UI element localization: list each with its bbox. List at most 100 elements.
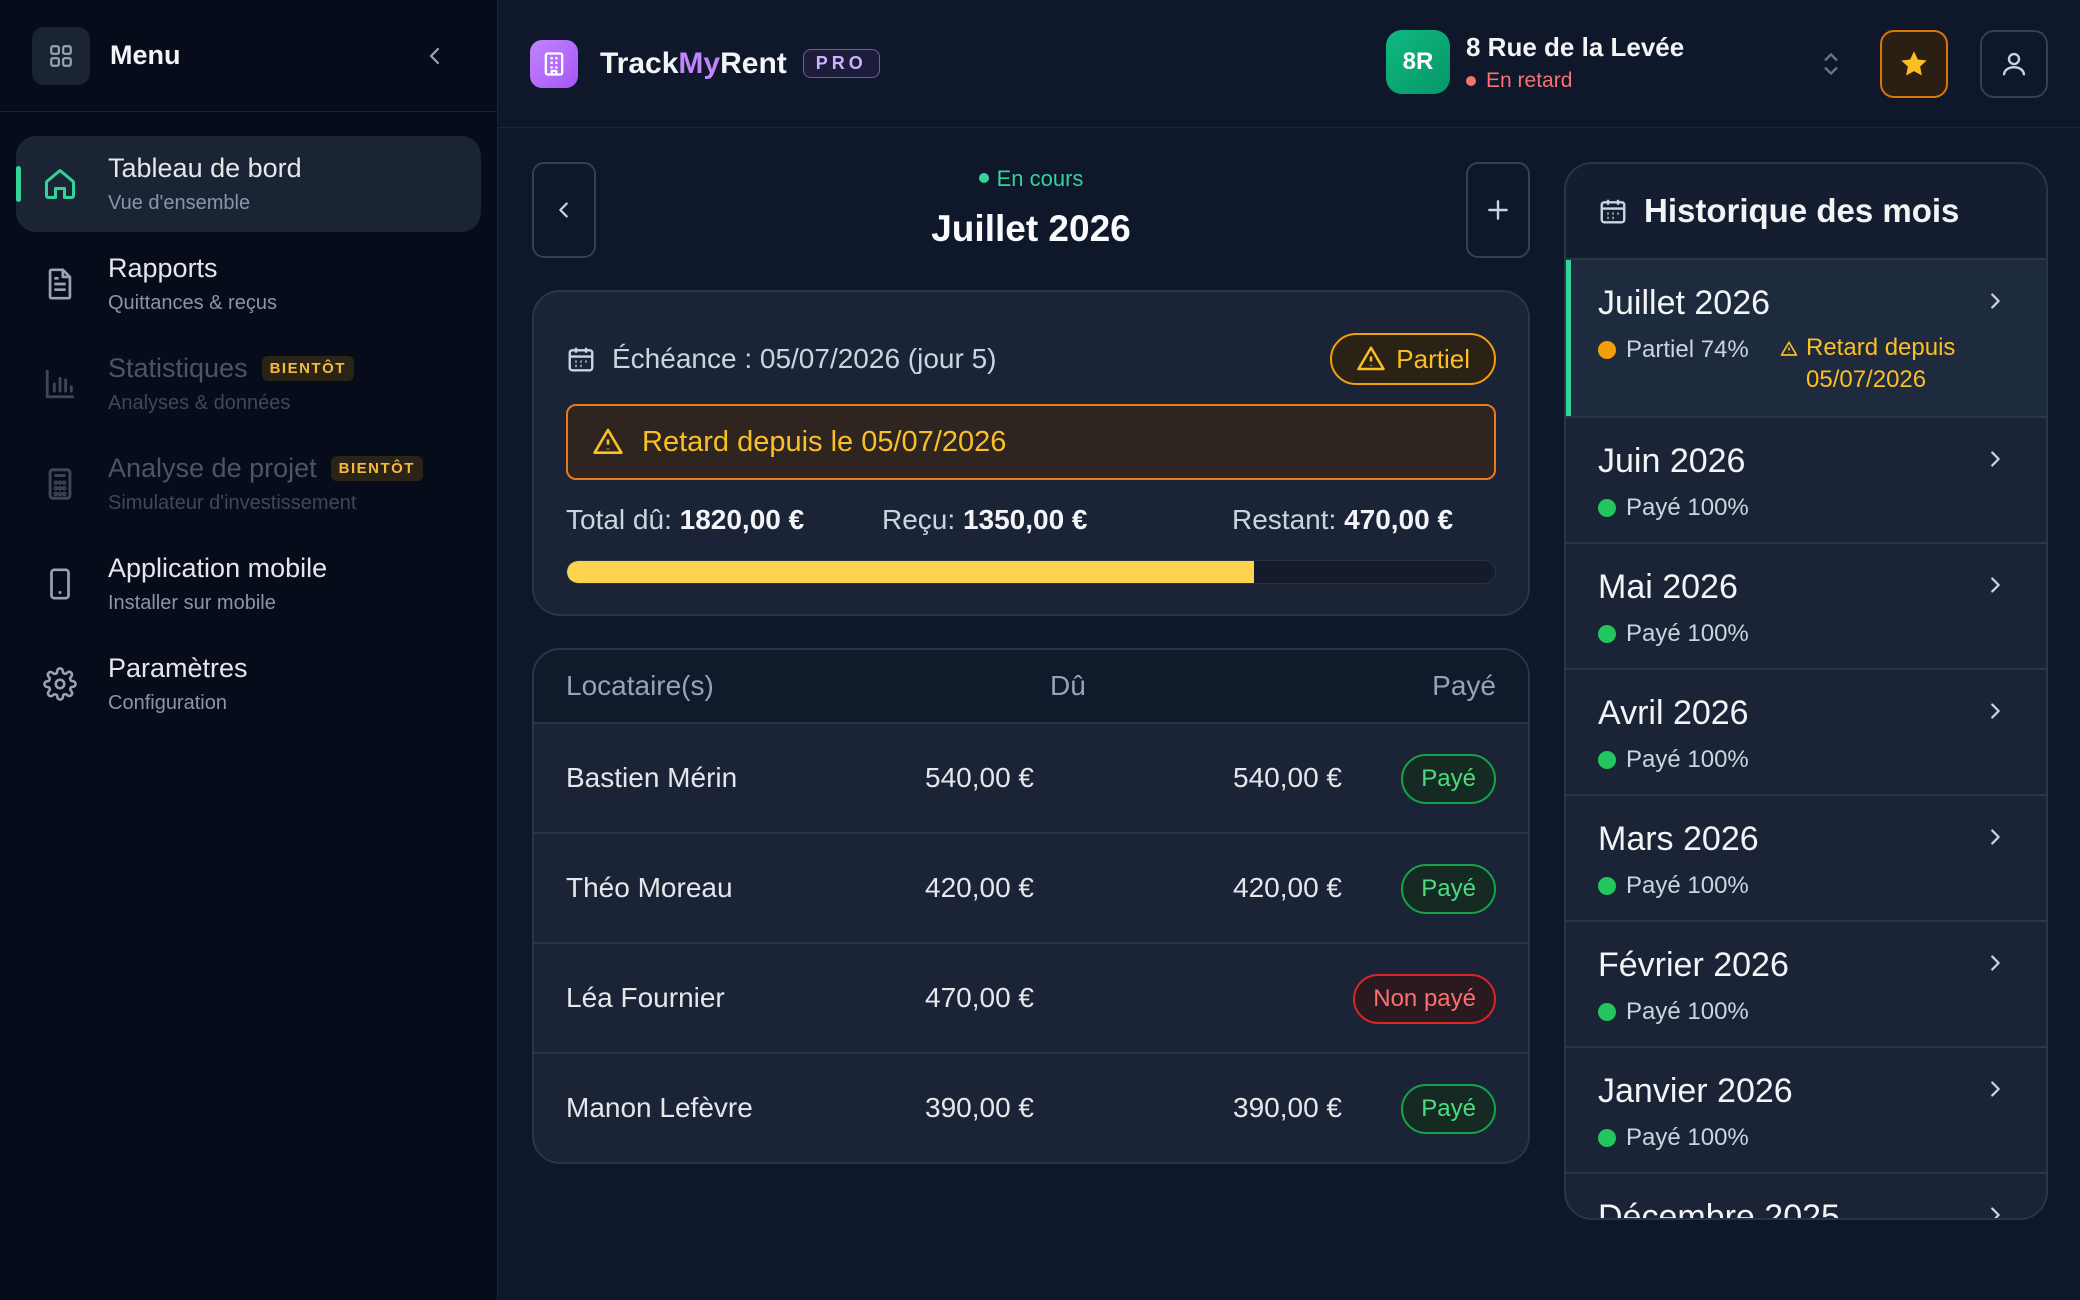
grid-icon[interactable] <box>32 26 90 85</box>
tenants-table: Locataire(s) Dû Payé Bastien Mérin 540,0… <box>532 648 1530 1164</box>
user-profile-button[interactable] <box>1980 30 2048 98</box>
history-item[interactable]: Mai 2026 Payé 100% <box>1566 544 2046 670</box>
total-due: Total dû: 1820,00 € <box>566 504 804 536</box>
history-month: Mars 2026 <box>1598 820 1759 858</box>
partial-status-label: Partiel <box>1396 343 1470 374</box>
history-item[interactable]: Avril 2026 Payé 100% <box>1566 670 2046 796</box>
total-remaining-value: 470,00 € <box>1344 504 1454 535</box>
column-header-tenant: Locataire(s) <box>566 670 714 701</box>
status-dot <box>1598 1003 1616 1021</box>
document-icon <box>42 266 78 302</box>
brand-part: Track <box>600 46 679 80</box>
history-item[interactable]: Juillet 2026 Partiel 74% Retard depuis 05… <box>1566 260 2046 418</box>
column-header-paid: Payé <box>1432 670 1496 701</box>
warning-icon <box>1357 346 1386 371</box>
history-status-label: Payé 100% <box>1626 998 1749 1025</box>
table-row[interactable]: Bastien Mérin 540,00 € 540,00 € Payé <box>534 724 1528 834</box>
status-dot <box>1598 341 1616 359</box>
tenant-paid: 540,00 € <box>1233 762 1342 793</box>
sidebar-item-dashboard[interactable]: Tableau de bord Vue d'ensemble <box>16 136 481 232</box>
app-logo-icon <box>530 39 578 88</box>
property-name: 8 Rue de la Levée <box>1466 31 1685 62</box>
history-status: Payé 100% <box>1598 746 1749 774</box>
status-dot <box>1466 75 1476 86</box>
month-status-label: En cours <box>996 166 1084 191</box>
history-status-label: Payé 100% <box>1626 620 1749 647</box>
chevron-right-icon <box>1991 1081 2000 1097</box>
history-status: Payé 100% <box>1598 872 1749 900</box>
table-row[interactable]: Léa Fournier 470,00 € Non payé <box>534 944 1528 1054</box>
history-item[interactable]: Février 2026 Payé 100% <box>1566 922 2046 1048</box>
property-status-label: En retard <box>1486 68 1573 92</box>
sidebar-item-label: Tableau de bord <box>108 153 302 183</box>
payment-progress-bar <box>566 560 1496 584</box>
calculator-icon <box>42 466 78 502</box>
history-late-note: Retard depuis 05/07/2026 <box>1780 332 1955 396</box>
sidebar-item-settings[interactable]: Paramètres Configuration <box>16 636 481 732</box>
favorite-button[interactable] <box>1880 30 1948 98</box>
sidebar-item-label: Paramètres <box>108 653 248 683</box>
table-row[interactable]: Théo Moreau 420,00 € 420,00 € Payé <box>534 834 1528 944</box>
table-header: Locataire(s) Dû Payé <box>534 650 1528 724</box>
gear-icon <box>42 666 78 702</box>
table-row[interactable]: Manon Lefèvre 390,00 € 390,00 € Payé <box>534 1054 1528 1162</box>
sidebar-item-reports[interactable]: Rapports Quittances & reçus <box>16 236 481 332</box>
status-dot <box>1598 499 1616 517</box>
chevron-right-icon <box>1991 1207 2000 1218</box>
sidebar-item-sub: Quittances & reçus <box>108 292 277 314</box>
sidebar-item-label: Rapports <box>108 253 218 283</box>
late-note-line: Retard depuis <box>1806 334 1956 361</box>
history-month: Décembre 2025 <box>1598 1198 1840 1220</box>
chevron-right-icon <box>1991 829 2000 845</box>
due-date: Échéance : 05/07/2026 (jour 5) <box>612 343 997 374</box>
total-due-label: Total dû: <box>566 504 672 535</box>
payment-progress-fill <box>567 561 1254 583</box>
total-received-value: 1350,00 € <box>962 504 1088 535</box>
history-status-label: Payé 100% <box>1626 746 1749 773</box>
tenant-due: 390,00 € <box>925 1092 1034 1123</box>
chevron-right-icon <box>1991 577 2000 593</box>
property-status: En retard <box>1466 69 1684 93</box>
total-received-label: Reçu: <box>882 504 956 535</box>
chevron-up-down-icon[interactable] <box>1818 48 1844 80</box>
history-item[interactable]: Janvier 2026 Payé 100% <box>1566 1048 2046 1174</box>
sidebar-title: Menu <box>110 40 181 70</box>
history-item[interactable]: Décembre 2025 <box>1566 1174 2046 1220</box>
chevron-right-icon <box>1991 451 2000 467</box>
history-title: Historique des mois <box>1644 192 1960 229</box>
property-selector[interactable]: 8R 8 Rue de la Levée En retard <box>1386 30 1684 94</box>
calendar-icon <box>566 344 596 374</box>
history-status: Payé 100% <box>1598 620 1749 648</box>
total-due-value: 1820,00 € <box>679 504 805 535</box>
month-title: Juillet 2026 <box>931 208 1131 249</box>
alert-text: Retard depuis le 05/07/2026 <box>642 425 1007 458</box>
sidebar-header: Menu <box>0 0 497 112</box>
partial-status-badge: Partiel <box>1330 333 1496 385</box>
sidebar-item-sub: Installer sur mobile <box>108 592 276 614</box>
app-brand: TrackMyRent <box>600 47 787 81</box>
history-month: Mai 2026 <box>1598 568 1738 606</box>
tenant-name: Bastien Mérin <box>566 762 738 793</box>
collapse-chevron-left-icon[interactable] <box>417 38 453 74</box>
add-month-button[interactable] <box>1466 162 1530 258</box>
history-item[interactable]: Mars 2026 Payé 100% <box>1566 796 2046 922</box>
sidebar-item-project-analysis: Analyse de projet BIENTÔT Simulateur d'in… <box>16 436 481 532</box>
tenant-name: Léa Fournier <box>566 982 725 1013</box>
tenant-paid: 390,00 € <box>1233 1092 1342 1123</box>
tenant-due: 540,00 € <box>925 762 1034 793</box>
bar-chart-icon <box>42 366 78 402</box>
chevron-right-icon <box>1991 955 2000 971</box>
sidebar-item-label: Analyse de projet <box>108 453 317 483</box>
status-badge: Payé <box>1401 754 1496 804</box>
history-status: Partiel 74% <box>1598 336 1749 364</box>
topbar: TrackMyRent PRO 8R 8 Rue de la Levée En … <box>498 0 2080 128</box>
month-status: En cours <box>532 166 1530 192</box>
history-item[interactable]: Juin 2026 Payé 100% <box>1566 418 2046 544</box>
status-badge: Payé <box>1401 864 1496 914</box>
sidebar-item-mobile-app[interactable]: Application mobile Installer sur mobile <box>16 536 481 632</box>
history-status-label: Payé 100% <box>1626 872 1749 899</box>
tenant-name: Manon Lefèvre <box>566 1092 753 1123</box>
sidebar-item-sub: Analyses & données <box>108 392 291 414</box>
status-badge: Non payé <box>1353 974 1496 1024</box>
history-month: Juin 2026 <box>1598 442 1746 480</box>
